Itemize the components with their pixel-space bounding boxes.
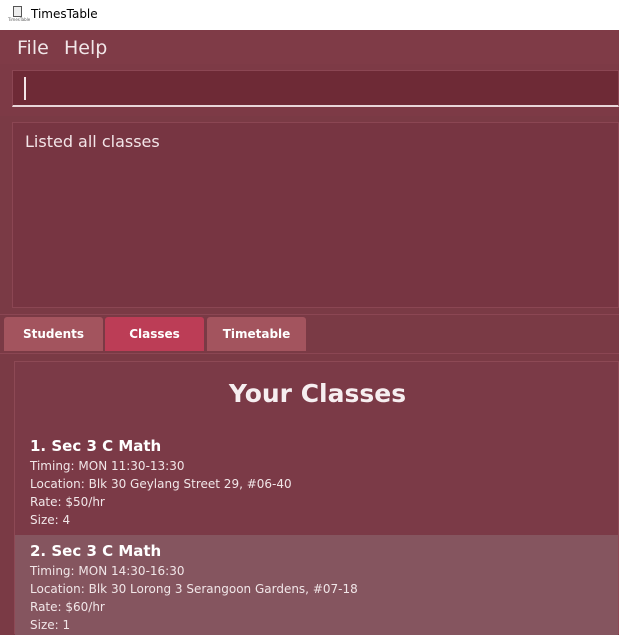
- class-name: 1. Sec 3 C Math: [30, 437, 162, 455]
- class-timing: Timing: MON 14:30-16:30: [30, 564, 185, 578]
- tab-students[interactable]: Students: [4, 317, 103, 351]
- result-message: Listed all classes: [25, 132, 160, 151]
- class-rate: Rate: $60/hr: [30, 600, 105, 614]
- window-title: TimesTable: [31, 7, 98, 21]
- class-location: Location: Blk 30 Lorong 3 Serangoon Gard…: [30, 582, 358, 596]
- menu-help[interactable]: Help: [64, 37, 107, 59]
- command-area: [0, 64, 619, 116]
- class-location: Location: Blk 30 Geylang Street 29, #06-…: [30, 477, 292, 491]
- tab-classes[interactable]: Classes: [105, 317, 204, 351]
- menu-bar: File Help: [0, 30, 619, 64]
- class-name: 2. Sec 3 C Math: [30, 542, 162, 560]
- class-card[interactable]: 1. Sec 3 C Math Timing: MON 11:30-13:30 …: [15, 432, 618, 535]
- result-display: Listed all classes: [12, 122, 619, 308]
- panel-title: Your Classes: [228, 379, 407, 408]
- classes-panel: Your Classes 1. Sec 3 C Math Timing: MON…: [14, 361, 619, 635]
- class-size: Size: 4: [30, 513, 71, 527]
- tab-timetable[interactable]: Timetable: [207, 317, 306, 351]
- class-timing: Timing: MON 11:30-13:30: [30, 459, 185, 473]
- app-document-icon: TimesTable: [8, 6, 30, 24]
- class-card-selected[interactable]: 2. Sec 3 C Math Timing: MON 14:30-16:30 …: [15, 535, 618, 635]
- command-box[interactable]: [12, 70, 619, 107]
- class-rate: Rate: $50/hr: [30, 495, 105, 509]
- menu-file[interactable]: File: [17, 37, 49, 59]
- text-caret: [24, 77, 26, 100]
- class-size: Size: 1: [30, 618, 71, 632]
- title-bar: TimesTable TimesTable: [0, 0, 619, 30]
- command-input[interactable]: [13, 71, 618, 105]
- tab-bar: Students Classes Timetable: [0, 314, 619, 354]
